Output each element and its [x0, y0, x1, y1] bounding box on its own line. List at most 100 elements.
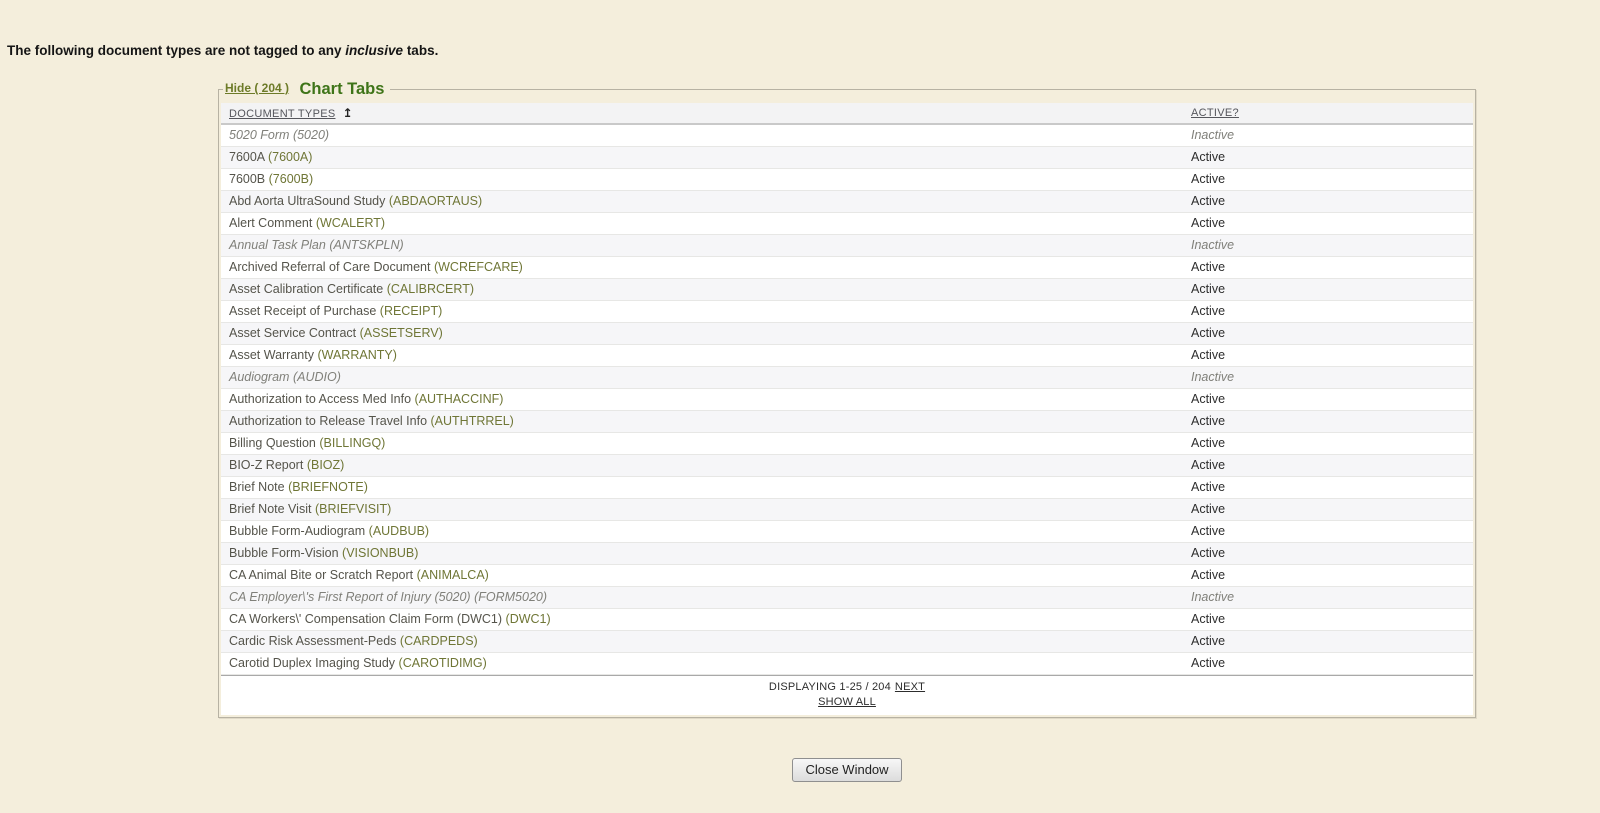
- doc-type-code: (DWC1): [506, 612, 551, 626]
- table-row: Authorization to Access Med Info (AUTHAC…: [221, 388, 1473, 410]
- doc-type-name: Alert Comment: [229, 216, 312, 230]
- doc-type-cell: Annual Task Plan (ANTSKPLN): [221, 234, 1183, 256]
- doc-type-code: (WARRANTY): [317, 348, 396, 362]
- show-all-link[interactable]: SHOW ALL: [818, 696, 876, 708]
- table-row: Abd Aorta UltraSound Study (ABDAORTAUS) …: [221, 190, 1473, 212]
- intro-prefix: The following document types are not tag…: [7, 43, 345, 58]
- sort-ascending-icon[interactable]: ↥: [343, 106, 353, 120]
- intro-suffix: tabs.: [403, 43, 438, 58]
- doc-type-status: Active: [1183, 630, 1473, 652]
- table-row: Cardic Risk Assessment-Peds (CARDPEDS) A…: [221, 630, 1473, 652]
- table-row: Bubble Form-Vision (VISIONBUB) Active: [221, 542, 1473, 564]
- doc-type-name: Asset Service Contract: [229, 326, 356, 340]
- table-row: Asset Receipt of Purchase (RECEIPT) Acti…: [221, 300, 1473, 322]
- intro-emphasis: inclusive: [345, 43, 403, 58]
- doc-type-code: (AUTHTRREL): [431, 414, 514, 428]
- doc-type-code: (FORM5020): [474, 590, 547, 604]
- button-row: Close Window: [218, 758, 1476, 782]
- table-row: Audiogram (AUDIO) Inactive: [221, 366, 1473, 388]
- intro-text: The following document types are not tag…: [7, 43, 438, 58]
- doc-type-status: Active: [1183, 454, 1473, 476]
- doc-type-status: Active: [1183, 432, 1473, 454]
- doc-type-cell: 5020 Form (5020): [221, 124, 1183, 146]
- doc-type-status: Active: [1183, 388, 1473, 410]
- doc-type-status: Active: [1183, 652, 1473, 674]
- doc-type-code: (VISIONBUB): [342, 546, 418, 560]
- doc-type-code: (CAROTIDIMG): [399, 656, 487, 670]
- doc-type-cell: CA Workers\' Compensation Claim Form (DW…: [221, 608, 1183, 630]
- doc-type-code: (BIOZ): [307, 458, 345, 472]
- table-row: Asset Warranty (WARRANTY) Active: [221, 344, 1473, 366]
- doc-type-code: (AUDBUB): [369, 524, 429, 538]
- chart-tabs-panel: Hide ( 204 ) Chart Tabs DOCUMENT TYPES ↥…: [218, 80, 1476, 718]
- table-row: Brief Note Visit (BRIEFVISIT) Active: [221, 498, 1473, 520]
- doc-type-name: 7600B: [229, 172, 265, 186]
- doc-type-status: Active: [1183, 542, 1473, 564]
- close-window-button[interactable]: Close Window: [792, 758, 901, 782]
- doc-type-status: Active: [1183, 564, 1473, 586]
- doc-type-name: CA Animal Bite or Scratch Report: [229, 568, 413, 582]
- table-row: Carotid Duplex Imaging Study (CAROTIDIMG…: [221, 652, 1473, 674]
- doc-type-code: (AUDIO): [293, 370, 341, 384]
- table-row: Authorization to Release Travel Info (AU…: [221, 410, 1473, 432]
- doc-type-cell: Audiogram (AUDIO): [221, 366, 1183, 388]
- doc-type-name: Cardic Risk Assessment-Peds: [229, 634, 396, 648]
- doc-type-cell: Brief Note Visit (BRIEFVISIT): [221, 498, 1183, 520]
- doc-type-name: Billing Question: [229, 436, 316, 450]
- doc-type-cell: Brief Note (BRIEFNOTE): [221, 476, 1183, 498]
- doc-type-code: (7600A): [268, 150, 312, 164]
- sort-by-document-types-link[interactable]: DOCUMENT TYPES: [229, 108, 335, 120]
- doc-type-cell: Abd Aorta UltraSound Study (ABDAORTAUS): [221, 190, 1183, 212]
- doc-type-status: Active: [1183, 278, 1473, 300]
- doc-type-cell: Bubble Form-Audiogram (AUDBUB): [221, 520, 1183, 542]
- document-types-header: DOCUMENT TYPES ↥: [221, 103, 1183, 124]
- doc-type-code: (BILLINGQ): [319, 436, 385, 450]
- doc-type-status: Active: [1183, 256, 1473, 278]
- doc-type-name: BIO-Z Report: [229, 458, 303, 472]
- doc-type-code: (CARDPEDS): [400, 634, 478, 648]
- doc-type-code: (ANTSKPLN): [329, 238, 403, 252]
- doc-type-status: Active: [1183, 608, 1473, 630]
- table-row: Brief Note (BRIEFNOTE) Active: [221, 476, 1473, 498]
- hide-link[interactable]: Hide ( 204 ): [225, 81, 289, 95]
- doc-type-cell: Authorization to Release Travel Info (AU…: [221, 410, 1183, 432]
- table-header-row: DOCUMENT TYPES ↥ ACTIVE?: [221, 103, 1473, 124]
- table-row: Billing Question (BILLINGQ) Active: [221, 432, 1473, 454]
- doc-type-code: (ASSETSERV): [360, 326, 443, 340]
- next-page-link[interactable]: NEXT: [895, 681, 925, 693]
- doc-type-name: CA Employer\'s First Report of Injury (5…: [229, 590, 471, 604]
- table-row: CA Employer\'s First Report of Injury (5…: [221, 586, 1473, 608]
- doc-type-cell: Asset Receipt of Purchase (RECEIPT): [221, 300, 1183, 322]
- doc-type-name: 7600A: [229, 150, 264, 164]
- doc-type-cell: Asset Service Contract (ASSETSERV): [221, 322, 1183, 344]
- doc-type-cell: Billing Question (BILLINGQ): [221, 432, 1183, 454]
- table-row: 7600B (7600B) Active: [221, 168, 1473, 190]
- doc-type-status: Inactive: [1183, 586, 1473, 608]
- pagination-footer: DISPLAYING 1-25 / 204NEXT SHOW ALL: [221, 675, 1473, 715]
- table-row: 5020 Form (5020) Inactive: [221, 124, 1473, 146]
- doc-type-status: Active: [1183, 168, 1473, 190]
- panel-title: Chart Tabs: [299, 80, 384, 98]
- table-row: Archived Referral of Care Document (WCRE…: [221, 256, 1473, 278]
- doc-type-status: Active: [1183, 498, 1473, 520]
- doc-type-status: Active: [1183, 212, 1473, 234]
- doc-type-name: Asset Warranty: [229, 348, 314, 362]
- doc-type-code: (ANIMALCA): [417, 568, 489, 582]
- doc-type-code: (BRIEFVISIT): [315, 502, 391, 516]
- table-row: Alert Comment (WCALERT) Active: [221, 212, 1473, 234]
- doc-type-cell: Asset Warranty (WARRANTY): [221, 344, 1183, 366]
- doc-type-name: Asset Calibration Certificate: [229, 282, 383, 296]
- doc-type-code: (AUTHACCINF): [415, 392, 504, 406]
- doc-type-cell: BIO-Z Report (BIOZ): [221, 454, 1183, 476]
- doc-type-status: Inactive: [1183, 124, 1473, 146]
- table-row: 7600A (7600A) Active: [221, 146, 1473, 168]
- doc-type-status: Active: [1183, 520, 1473, 542]
- table-row: Asset Service Contract (ASSETSERV) Activ…: [221, 322, 1473, 344]
- doc-type-status: Active: [1183, 146, 1473, 168]
- doc-type-code: (BRIEFNOTE): [288, 480, 368, 494]
- doc-type-name: Audiogram: [229, 370, 289, 384]
- chart-tabs-legend: Hide ( 204 ) Chart Tabs: [223, 80, 390, 99]
- doc-type-status: Active: [1183, 190, 1473, 212]
- doc-type-cell: Bubble Form-Vision (VISIONBUB): [221, 542, 1183, 564]
- sort-by-active-link[interactable]: ACTIVE?: [1191, 107, 1239, 119]
